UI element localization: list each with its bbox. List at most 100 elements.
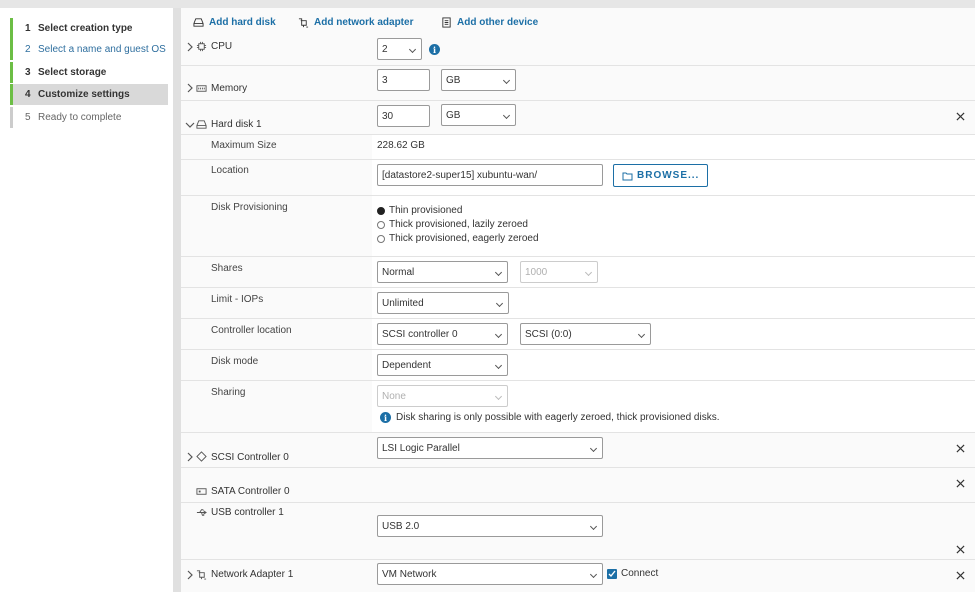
location-label: Location — [211, 165, 249, 176]
step-select-creation-type[interactable]: 1 Select creation type — [10, 18, 168, 39]
add-hard-disk-button[interactable]: Add hard disk — [193, 17, 276, 28]
connect-checkbox[interactable]: Connect — [607, 568, 658, 579]
radio-button — [377, 220, 385, 229]
hard-disk-icon — [196, 120, 207, 129]
disk-mode-label: Disk mode — [211, 356, 259, 367]
step-customize-settings[interactable]: 4 Customize settings — [10, 84, 168, 105]
cpu-icon — [196, 41, 207, 52]
chevron-right-icon[interactable] — [185, 570, 195, 580]
step-label: Select storage — [38, 67, 107, 78]
hard-disk-icon — [193, 18, 204, 27]
memory-input[interactable]: 3 — [377, 69, 430, 91]
controller-select[interactable]: SCSI controller 0 — [377, 323, 508, 345]
close-icon[interactable] — [956, 479, 965, 488]
sata-controller-label: SATA Controller 0 — [211, 486, 290, 497]
chevron-right-icon[interactable] — [185, 83, 195, 93]
wizard-steps: 1 Select creation type 2 Select a name a… — [0, 8, 173, 592]
cpu-label: CPU — [211, 41, 233, 52]
controller-value: SCSI controller 0 — [382, 328, 458, 340]
sharing-row: Sharing None i Disk sharing is only poss… — [181, 381, 975, 433]
scsi-controller-select[interactable]: LSI Logic Parallel — [377, 437, 603, 459]
location-row: Location [datastore2-super15] xubuntu-wa… — [181, 160, 975, 196]
add-hard-disk-label: Add hard disk — [209, 17, 276, 28]
usb-controller-select[interactable]: USB 2.0 — [377, 515, 603, 537]
close-icon[interactable] — [956, 112, 965, 121]
network-adapter-row: Network Adapter 1 VM Network Connect — [181, 560, 975, 592]
network-adapter-label: Network Adapter 1 — [211, 569, 294, 580]
connect-label: Connect — [621, 568, 659, 579]
sharing-note: i Disk sharing is only possible with eag… — [380, 412, 719, 423]
step-number: 5 — [25, 112, 31, 123]
shares-row: Shares Normal 1000 — [181, 257, 975, 288]
memory-row: Memory 3 GB — [181, 66, 975, 101]
step-label: Select creation type — [38, 23, 133, 34]
step-ready-to-complete[interactable]: 5 Ready to complete — [10, 107, 168, 128]
radio-label: Thick provisioned, eagerly zeroed — [389, 233, 539, 244]
device-icon — [442, 17, 451, 28]
location-input[interactable]: [datastore2-super15] xubuntu-wan/ — [377, 164, 603, 186]
hard-disk-size-input[interactable]: 30 — [377, 105, 430, 127]
usb-icon — [196, 509, 207, 516]
cpu-value: 2 — [382, 43, 388, 55]
sata-controller-row: SATA Controller 0 — [181, 468, 975, 503]
close-icon[interactable] — [956, 545, 965, 554]
close-icon[interactable] — [956, 444, 965, 453]
browse-label: BROWSE... — [637, 170, 700, 181]
shares-select[interactable]: Normal — [377, 261, 508, 283]
add-network-adapter-label: Add network adapter — [314, 17, 414, 28]
shares-number: 1000 — [525, 266, 548, 278]
network-adapter-icon — [196, 570, 207, 580]
step-label: Select a name and guest OS — [38, 44, 166, 55]
shares-value: Normal — [382, 266, 415, 278]
hard-disk-row: Hard disk 1 30 GB — [181, 101, 975, 135]
step-number: 2 — [25, 44, 31, 55]
checkbox-checked-icon — [607, 568, 617, 579]
step-select-name-guest-os[interactable]: 2 Select a name and guest OS — [10, 39, 168, 60]
network-select[interactable]: VM Network — [377, 563, 603, 585]
cpu-select[interactable]: 2 — [377, 38, 422, 60]
chevron-right-icon[interactable] — [185, 452, 195, 462]
add-network-adapter-button[interactable]: Add network adapter — [298, 17, 413, 28]
controller-slot-select[interactable]: SCSI (0:0) — [520, 323, 651, 345]
scsi-controller-label: SCSI Controller 0 — [211, 452, 289, 463]
sata-controller-icon — [196, 488, 207, 495]
controller-location-label: Controller location — [211, 325, 292, 336]
folder-icon — [622, 172, 633, 180]
disk-mode-value: Dependent — [382, 359, 431, 371]
hard-disk-unit: GB — [446, 109, 461, 121]
sharing-note-text: Disk sharing is only possible with eager… — [396, 412, 720, 423]
disk-mode-select[interactable]: Dependent — [377, 354, 508, 376]
add-other-device-button[interactable]: Add other device — [441, 17, 538, 28]
settings-table: CPU 2 i Memory 3 GB Hard disk 1 30 GB Ma… — [181, 34, 975, 592]
limit-iops-value: Unlimited — [382, 297, 424, 309]
scsi-controller-row: SCSI Controller 0 LSI Logic Parallel — [181, 433, 975, 468]
memory-unit-select[interactable]: GB — [441, 69, 516, 91]
sharing-label: Sharing — [211, 387, 246, 398]
radio-thick-lazy[interactable]: Thick provisioned, lazily zeroed — [377, 219, 528, 230]
chevron-right-icon[interactable] — [185, 42, 195, 52]
sharing-select: None — [377, 385, 508, 407]
hard-disk-label: Hard disk 1 — [211, 119, 262, 130]
disk-provisioning-row: Disk Provisioning Thin provisioned Thick… — [181, 196, 975, 257]
info-icon[interactable]: i — [429, 44, 440, 55]
disk-provisioning-label: Disk Provisioning — [211, 202, 288, 213]
panel-divider — [173, 8, 181, 592]
chevron-down-icon[interactable] — [185, 120, 195, 130]
controller-location-row: Controller location SCSI controller 0 SC… — [181, 319, 975, 350]
hard-disk-unit-select[interactable]: GB — [441, 104, 516, 126]
top-bar — [0, 0, 975, 8]
limit-iops-label: Limit - IOPs — [211, 294, 264, 305]
radio-thick-eager[interactable]: Thick provisioned, eagerly zeroed — [377, 233, 539, 244]
controller-slot-value: SCSI (0:0) — [525, 328, 572, 340]
cpu-row: CPU 2 i — [181, 34, 975, 66]
close-icon[interactable] — [956, 571, 965, 580]
radio-thin-provisioned[interactable]: Thin provisioned — [377, 205, 462, 216]
radio-button — [377, 234, 385, 243]
step-select-storage[interactable]: 3 Select storage — [10, 62, 168, 83]
scsi-controller-value: LSI Logic Parallel — [382, 442, 460, 454]
limit-iops-select[interactable]: Unlimited — [377, 292, 509, 314]
shares-number-select: 1000 — [520, 261, 598, 283]
hard-disk-size-value: 30 — [382, 110, 394, 122]
browse-button[interactable]: BROWSE... — [613, 164, 709, 187]
step-number: 4 — [25, 89, 31, 100]
